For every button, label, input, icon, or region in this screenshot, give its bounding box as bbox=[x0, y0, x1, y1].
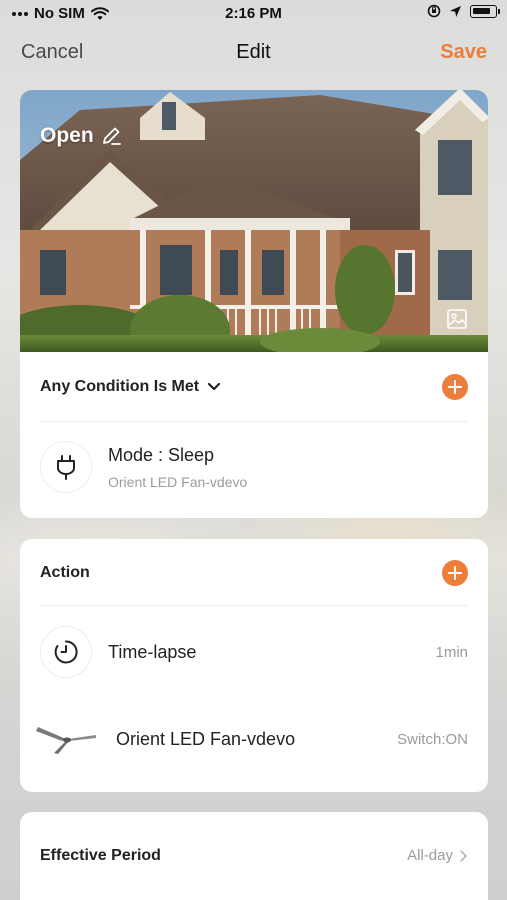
image-icon[interactable] bbox=[446, 308, 468, 330]
condition-item[interactable]: Mode : Sleep Orient LED Fan-vdevo bbox=[40, 440, 468, 494]
condition-mode-selector[interactable]: Any Condition Is Met bbox=[40, 378, 221, 396]
battery-icon bbox=[470, 4, 500, 18]
scene-card: Open Any Condition Is Met Mode: Sleep O… bbox=[20, 90, 488, 518]
condition-title: Mode : Sleep bbox=[108, 444, 215, 465]
timer-icon bbox=[40, 626, 92, 678]
nav-bar: Cancel Edit Save bbox=[0, 38, 507, 68]
ceiling-fan-icon bbox=[36, 727, 96, 754]
page-title: Edit bbox=[236, 41, 271, 63]
add-condition-button[interactable] bbox=[442, 374, 468, 400]
condition-header: Any Condition Is Met bbox=[40, 372, 468, 402]
status-bar: No SIM 2:16 PM bbox=[0, 0, 507, 28]
orientation-lock-icon bbox=[427, 4, 441, 18]
effective-period-value: All-day bbox=[407, 847, 468, 864]
location-icon bbox=[450, 5, 461, 17]
chevron-right-icon bbox=[460, 849, 467, 862]
save-button[interactable]: Save bbox=[440, 41, 487, 64]
plug-icon bbox=[40, 441, 92, 493]
condition-device: Orient LED Fan-vdevo bbox=[108, 473, 248, 490]
effective-period-text: All-day bbox=[407, 847, 453, 864]
pencil-icon[interactable] bbox=[100, 125, 122, 147]
action-header: Action bbox=[40, 558, 468, 588]
action-title: Action bbox=[40, 564, 90, 581]
action-value-time-lapse: 1min bbox=[435, 643, 468, 661]
condition-text: Mode : Sleep Orient LED Fan-vdevo bbox=[108, 445, 247, 490]
action-text: Time-lapse bbox=[108, 642, 196, 663]
action-title-device: Orient LED Fan-vdevo bbox=[116, 728, 296, 749]
divider bbox=[40, 421, 468, 422]
add-action-button[interactable] bbox=[442, 560, 468, 586]
condition-mode-label: Any Condition Is Met bbox=[40, 378, 200, 395]
effective-period-label: Effective Period bbox=[40, 847, 161, 864]
status-right bbox=[427, 4, 500, 18]
cover-image[interactable]: Open bbox=[20, 90, 488, 352]
action-card: Action Time-lapse 1min Orient LED Fan-vd… bbox=[20, 539, 488, 792]
effective-period-card[interactable]: Effective Period All-day bbox=[20, 812, 488, 900]
chevron-down-icon bbox=[208, 382, 221, 391]
action-item-time-lapse[interactable]: Time-lapse 1min bbox=[40, 625, 468, 679]
action-text: Orient LED Fan-vdevo bbox=[116, 729, 295, 750]
action-item-device[interactable]: Orient LED Fan-vdevo Switch:ON bbox=[36, 717, 468, 761]
scene-name: Open bbox=[40, 124, 94, 147]
action-title-time-lapse: Time-lapse bbox=[108, 641, 197, 662]
divider bbox=[40, 605, 468, 606]
scene-name-label[interactable]: Open bbox=[40, 124, 122, 148]
action-value-device: Switch:ON bbox=[397, 730, 468, 748]
